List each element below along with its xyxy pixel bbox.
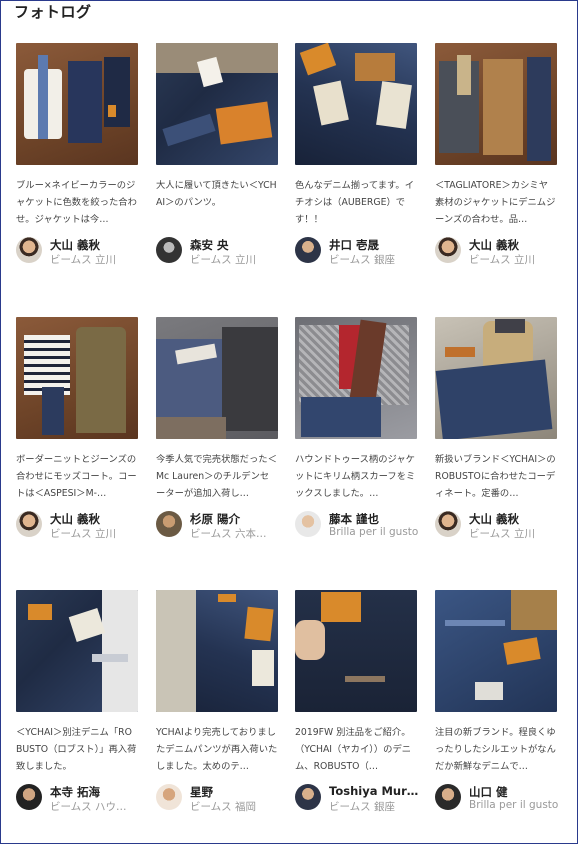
avatar	[295, 784, 321, 810]
avatar	[156, 784, 182, 810]
author-name: 本寺 拓海	[50, 785, 101, 799]
photolog-card[interactable]: 大人に履いて頂きたい＜YCHAI＞のパンツ。 森安 央 ビームス 立川	[156, 43, 278, 267]
author-name: 星野	[190, 785, 213, 799]
card-author[interactable]: 山口 健 Brilla per il gusto	[435, 782, 558, 814]
card-caption: 注目の新ブランド。程良くゆったりしたシルエットがなんだか新鮮なデニムで…	[435, 727, 556, 772]
photolog-card[interactable]: 今季人気で完売状態だった＜Mc Lauren＞のチルデンセーターが追加入荷し… …	[156, 317, 278, 541]
photolog-card[interactable]: ＜TAGLIATORE＞カシミヤ素材のジャケットにデニムジーンズの合わせ。品… …	[435, 43, 557, 267]
card-caption: ボーダーニットとジーンズの合わせにモッズコート。コートは＜ASPESI＞M-…	[16, 454, 137, 499]
author-shop: Brilla per il gusto	[469, 799, 559, 811]
author-name: 杉原 陽介	[190, 512, 241, 526]
card-author[interactable]: 杉原 陽介 ビームス 六本…	[156, 509, 278, 541]
author-name: Toshiya Mur…	[329, 784, 419, 798]
card-author[interactable]: 大山 義秋 ビームス 立川	[16, 235, 138, 267]
card-author[interactable]: Toshiya Mur… ビームス 銀座	[295, 782, 419, 814]
photo-thumbnail[interactable]	[16, 317, 138, 439]
avatar	[16, 237, 42, 263]
photolog-card[interactable]: ＜YCHAI＞別注デニム「ROBUSTO（ロブスト）」再入荷致しました。 本寺 …	[16, 590, 138, 814]
card-caption: ＜YCHAI＞別注デニム「ROBUSTO（ロブスト）」再入荷致しました。	[16, 727, 137, 772]
photolog-card[interactable]: 2019FW 別注品をご紹介。（YCHAI（ヤカイ））のデニム、ROBUSTO（…	[295, 590, 419, 814]
photolog-card[interactable]: ハウンドトゥース柄のジャケットにキリム柄スカーフをミックスしました。… 藤本 謹…	[295, 317, 418, 541]
author-name: 井口 壱晟	[329, 238, 380, 252]
avatar	[156, 237, 182, 263]
card-caption: ブルー×ネイビーカラーのジャケットに色数を絞った合わせ。ジャケットは今…	[16, 180, 137, 225]
author-shop: ビームス 立川	[469, 254, 536, 266]
photo-thumbnail[interactable]	[295, 590, 417, 712]
card-caption: 新扱いブランド＜YCHAI＞のROBUSTOに合わせたコーディネート。定番の…	[435, 454, 556, 499]
photo-thumbnail[interactable]	[295, 43, 417, 165]
avatar	[295, 511, 321, 537]
card-author[interactable]: 大山 義秋 ビームス 立川	[435, 235, 557, 267]
author-shop: ビームス 立川	[50, 528, 117, 540]
photolog-card[interactable]: 色んなデニム揃ってます。イチオシは（AUBERGE）です！！ 井口 壱晟 ビーム…	[295, 43, 417, 267]
card-caption: 今季人気で完売状態だった＜Mc Lauren＞のチルデンセーターが追加入荷し…	[156, 454, 277, 499]
photolog-card[interactable]: YCHAIより完売しておりましたデニムパンツが再入荷いたしました。太めのテ… 星…	[156, 590, 278, 814]
author-shop: ビームス 銀座	[329, 254, 396, 266]
author-shop: ビームス ハウ…	[50, 801, 127, 813]
photolog-card[interactable]: ブルー×ネイビーカラーのジャケットに色数を絞った合わせ。ジャケットは今… 大山 …	[16, 43, 138, 267]
card-caption: 大人に履いて頂きたい＜YCHAI＞のパンツ。	[156, 180, 277, 208]
photo-thumbnail[interactable]	[156, 590, 278, 712]
avatar	[435, 784, 461, 810]
card-caption: 色んなデニム揃ってます。イチオシは（AUBERGE）です！！	[295, 180, 414, 225]
photo-thumbnail[interactable]	[156, 43, 278, 165]
author-shop: ビームス 六本…	[190, 528, 267, 540]
author-shop: Brilla per il gusto	[329, 526, 419, 538]
card-author[interactable]: 本寺 拓海 ビームス ハウ…	[16, 782, 138, 814]
card-author[interactable]: 藤本 謹也 Brilla per il gusto	[295, 509, 418, 541]
avatar	[295, 237, 321, 263]
card-author[interactable]: 星野 ビームス 福岡	[156, 782, 278, 814]
author-name: 藤本 謹也	[329, 512, 380, 526]
photolog-card[interactable]: 注目の新ブランド。程良くゆったりしたシルエットがなんだか新鮮なデニムで… 山口 …	[435, 590, 558, 814]
author-shop: ビームス 立川	[190, 254, 257, 266]
avatar	[156, 511, 182, 537]
author-name: 大山 義秋	[469, 512, 520, 526]
avatar	[16, 511, 42, 537]
photolog-card[interactable]: ボーダーニットとジーンズの合わせにモッズコート。コートは＜ASPESI＞M-… …	[16, 317, 138, 541]
photo-thumbnail[interactable]	[16, 590, 138, 712]
author-shop: ビームス 立川	[469, 528, 536, 540]
card-author[interactable]: 森安 央 ビームス 立川	[156, 235, 278, 267]
author-shop: ビームス 立川	[50, 254, 117, 266]
author-name: 山口 健	[469, 785, 508, 799]
avatar	[16, 784, 42, 810]
photo-thumbnail[interactable]	[435, 317, 557, 439]
author-name: 大山 義秋	[50, 512, 101, 526]
photo-thumbnail[interactable]	[435, 590, 557, 712]
avatar	[435, 511, 461, 537]
author-name: 森安 央	[190, 238, 229, 252]
photolog-card[interactable]: 新扱いブランド＜YCHAI＞のROBUSTOに合わせたコーディネート。定番の… …	[435, 317, 557, 541]
card-caption: ハウンドトゥース柄のジャケットにキリム柄スカーフをミックスしました。…	[295, 454, 416, 499]
author-shop: ビームス 銀座	[329, 801, 396, 813]
author-shop: ビームス 福岡	[190, 801, 257, 813]
photo-thumbnail[interactable]	[435, 43, 557, 165]
page-title: フォトログ	[14, 3, 92, 21]
card-author[interactable]: 大山 義秋 ビームス 立川	[16, 509, 138, 541]
avatar	[435, 237, 461, 263]
author-name: 大山 義秋	[50, 238, 101, 252]
card-caption: YCHAIより完売しておりましたデニムパンツが再入荷いたしました。太めのテ…	[156, 727, 278, 772]
card-author[interactable]: 大山 義秋 ビームス 立川	[435, 509, 557, 541]
card-caption: 2019FW 別注品をご紹介。（YCHAI（ヤカイ））のデニム、ROBUSTO（…	[295, 727, 412, 772]
card-caption: ＜TAGLIATORE＞カシミヤ素材のジャケットにデニムジーンズの合わせ。品…	[435, 180, 556, 225]
photo-thumbnail[interactable]	[156, 317, 278, 439]
photo-thumbnail[interactable]	[295, 317, 417, 439]
card-author[interactable]: 井口 壱晟 ビームス 銀座	[295, 235, 417, 267]
photo-thumbnail[interactable]	[16, 43, 138, 165]
author-name: 大山 義秋	[469, 238, 520, 252]
